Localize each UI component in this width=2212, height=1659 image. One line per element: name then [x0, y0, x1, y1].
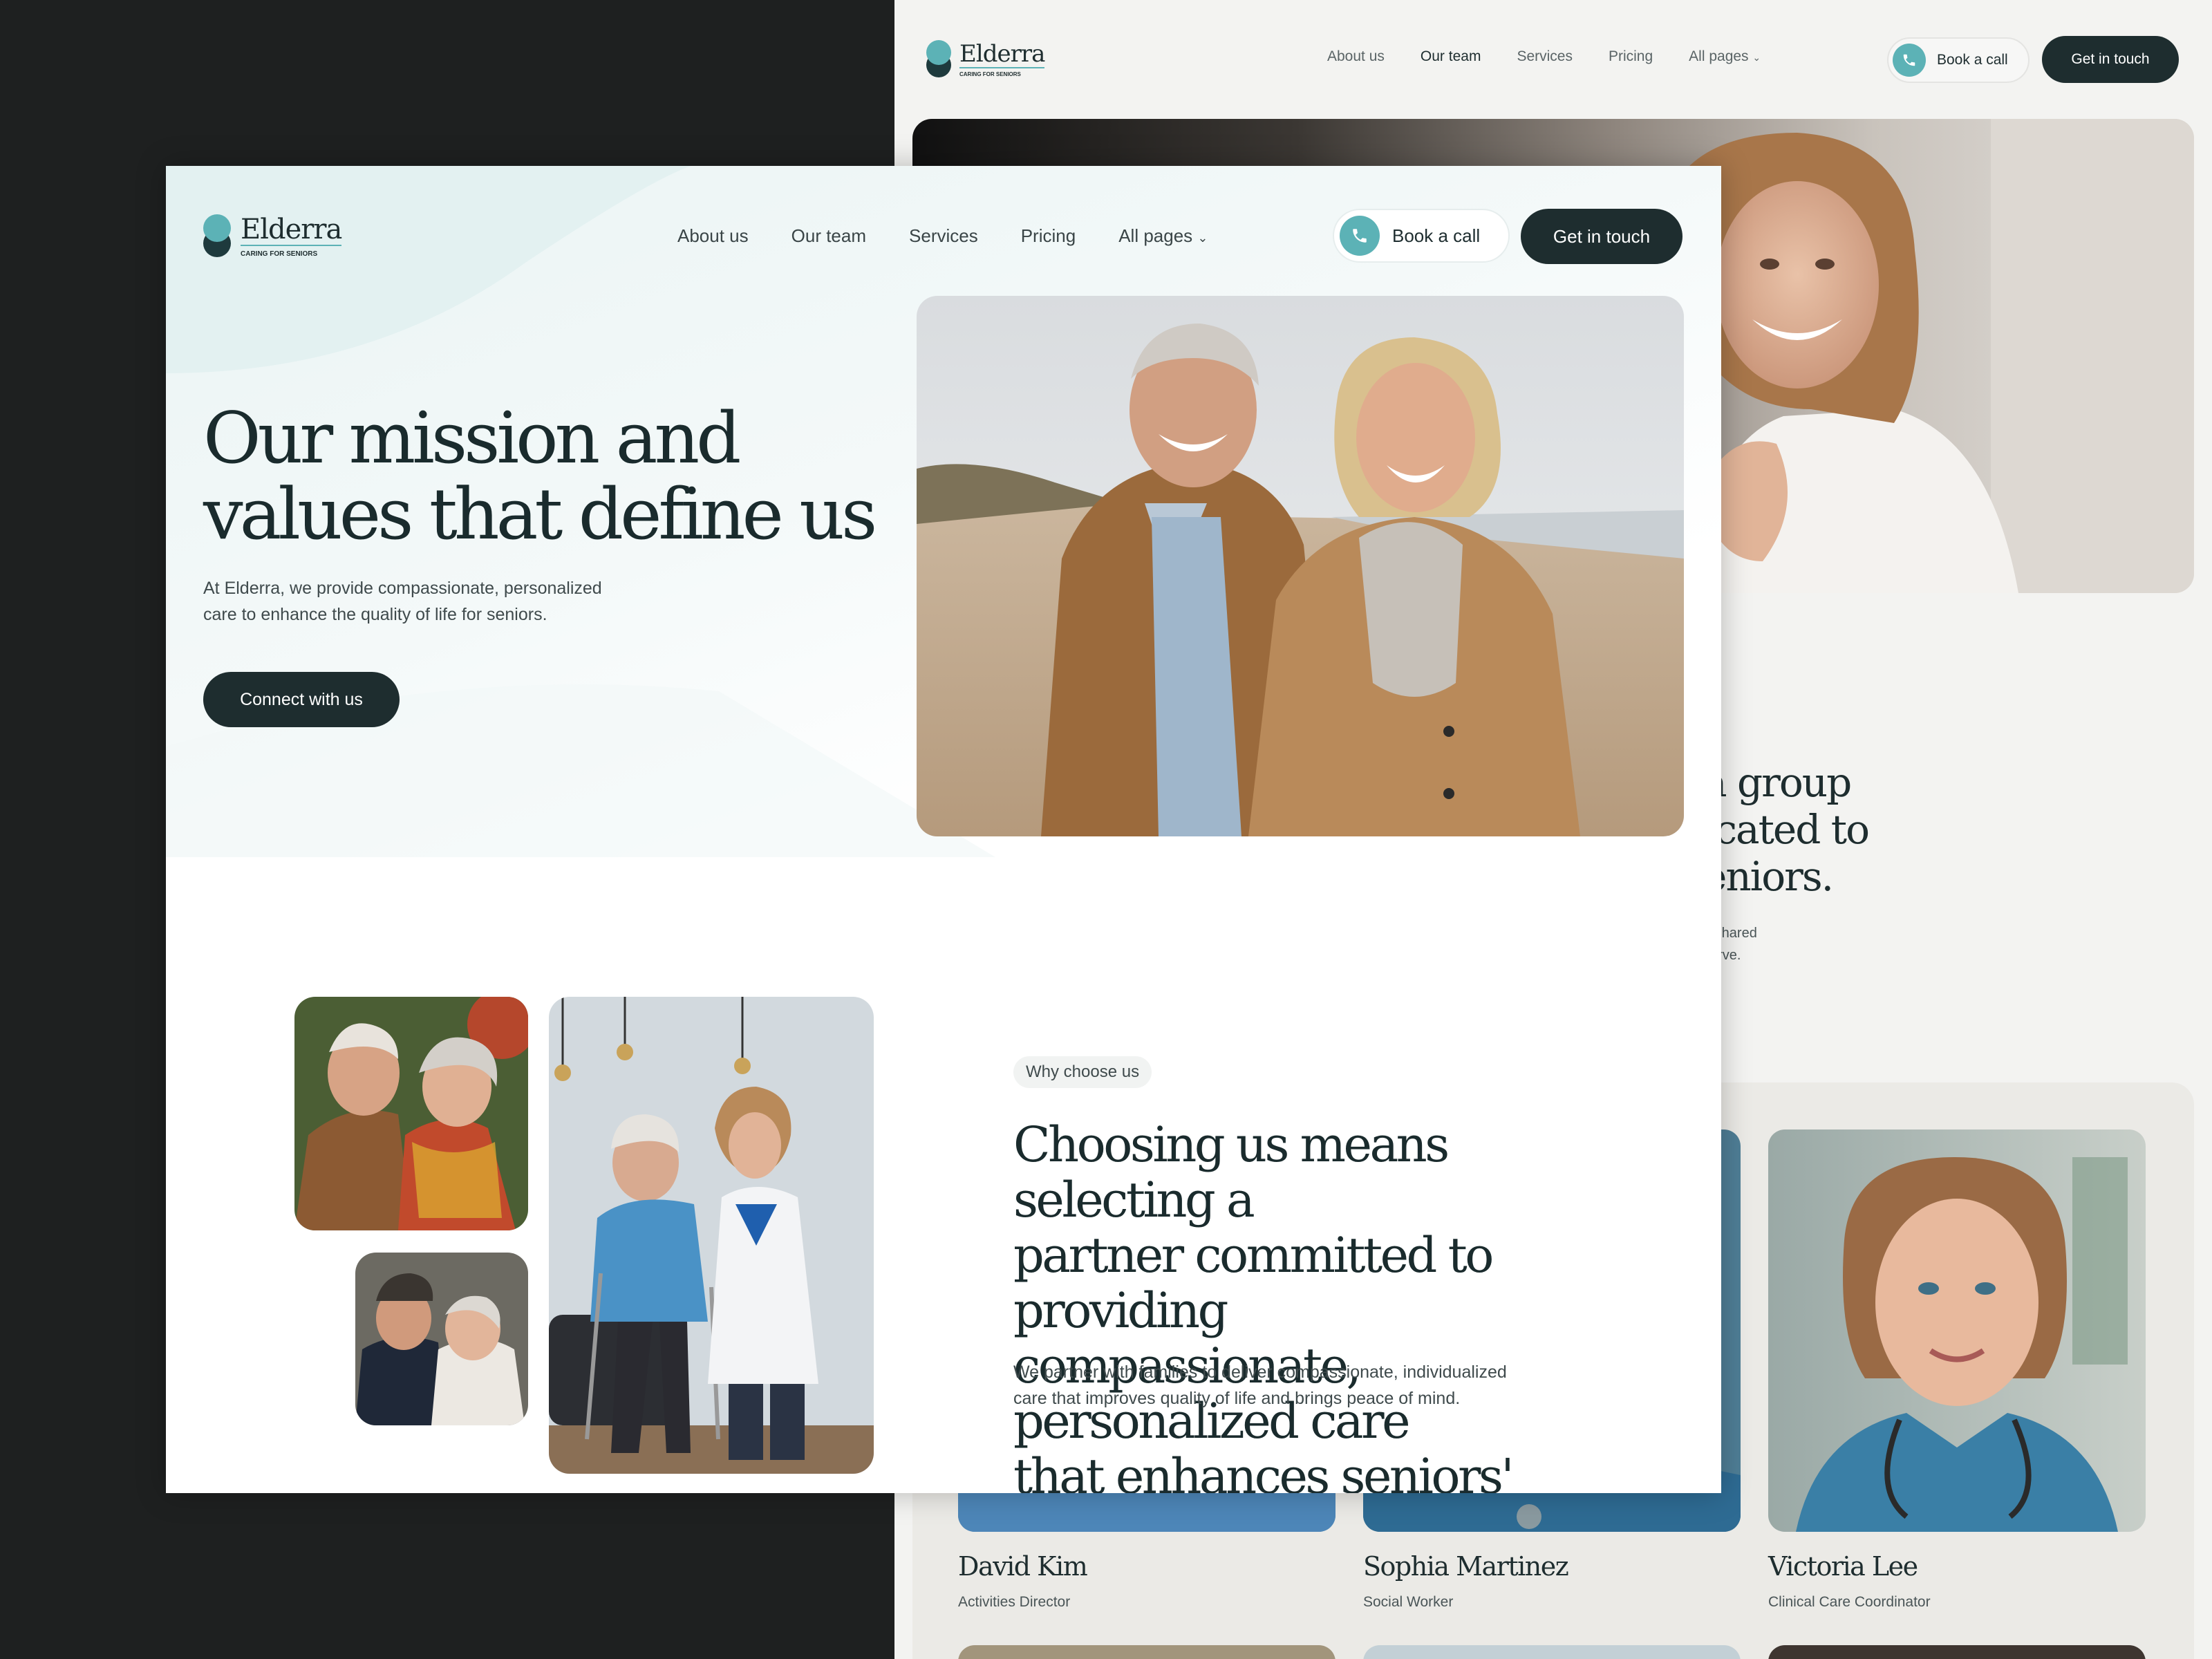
bg-heading-line-2: icated to	[1703, 806, 1870, 853]
team-member-name: David Kim	[958, 1551, 1088, 1582]
chevron-down-icon: ⌄	[1197, 231, 1208, 245]
bg-section-heading-fragment: a group icated to eniors.	[1703, 759, 1870, 900]
team-photo	[1768, 1130, 2146, 1532]
main-nav: About us Our team Services Pricing All p…	[677, 225, 1208, 247]
why-title-line-1: Choosing us means selecting a	[1013, 1116, 1450, 1228]
bg-get-in-touch-button[interactable]: Get in touch	[2042, 36, 2179, 83]
phone-icon	[1893, 44, 1926, 77]
bg-heading-line-1: a group	[1703, 759, 1852, 806]
team-photo-next-row	[1363, 1645, 1741, 1659]
nav-about-us[interactable]: About us	[677, 225, 749, 247]
logo-mark-icon	[203, 213, 234, 259]
why-sub-line-1: We partner with families to deliver comp…	[1013, 1362, 1507, 1382]
image-couple-embrace	[355, 1253, 528, 1425]
team-photo-next-row	[1768, 1645, 2146, 1659]
bg-nav-team[interactable]: Our team	[1421, 48, 1481, 65]
nav-all-pages-label: All pages	[1118, 225, 1193, 246]
team-member-role: Social Worker	[1363, 1594, 1454, 1610]
bg-book-call-button[interactable]: Book a call	[1887, 37, 2030, 83]
team-card-victoria[interactable]: Victoria Lee Clinical Care Coordinator	[1768, 1130, 2146, 1611]
bg-nav-about[interactable]: About us	[1327, 48, 1385, 65]
bg-nav-all-pages[interactable]: All pages ⌄	[1689, 48, 1761, 65]
team-member-name: Sophia Martinez	[1363, 1551, 1569, 1582]
bg-heading-line-3: eniors.	[1703, 853, 1834, 900]
team-photo-next-row	[958, 1645, 1335, 1659]
bg-navbar: Elderra CARING FOR SENIORS About us Our …	[894, 0, 2212, 119]
hero-title: Our mission and values that define us	[203, 401, 894, 553]
bg-book-call-label: Book a call	[1937, 52, 2008, 68]
bg-nav-pricing[interactable]: Pricing	[1609, 48, 1653, 65]
team-member-role: Activities Director	[958, 1594, 1071, 1610]
bg-nav-links: About us Our team Services Pricing All p…	[1327, 48, 1761, 65]
chevron-down-icon: ⌄	[1752, 52, 1761, 63]
image-caregiver-assisting	[549, 997, 874, 1474]
logo-name: Elderra	[241, 213, 342, 245]
connect-with-us-button[interactable]: Connect with us	[203, 672, 400, 727]
why-sub-line-2: care that improves quality of life and b…	[1013, 1389, 1461, 1408]
nav-our-team[interactable]: Our team	[791, 225, 866, 247]
why-choose-us-title: Choosing us means selecting a partner co…	[1013, 1117, 1608, 1493]
book-call-button[interactable]: Book a call	[1333, 209, 1510, 263]
nav-services[interactable]: Services	[909, 225, 978, 247]
hero-subtitle: At Elderra, we provide compassionate, pe…	[203, 575, 646, 628]
bg-logo-name: Elderra	[959, 39, 1045, 68]
get-in-touch-button[interactable]: Get in touch	[1521, 209, 1683, 264]
hero-subtitle-line-2: care to enhance the quality of life for …	[203, 605, 547, 624]
logo-tagline: CARING FOR SENIORS	[241, 244, 342, 258]
image-couple-smiling	[294, 997, 528, 1230]
why-choose-us-subtitle: We partner with families to deliver comp…	[1013, 1359, 1553, 1412]
nav-all-pages[interactable]: All pages ⌄	[1118, 225, 1208, 247]
book-call-label: Book a call	[1392, 225, 1481, 246]
bg-nav-all-pages-label: All pages	[1689, 48, 1749, 64]
hero-subtitle-line-1: At Elderra, we provide compassionate, pe…	[203, 579, 602, 598]
nav-pricing[interactable]: Pricing	[1021, 225, 1076, 247]
bg-nav-services[interactable]: Services	[1517, 48, 1573, 65]
why-title-line-4: that enhances seniors' lives.	[1013, 1448, 1515, 1493]
hero-image-couple-beach	[917, 296, 1684, 836]
front-page: Elderra CARING FOR SENIORS About us Our …	[166, 166, 1721, 1493]
hero-title-line-1: Our mission and	[203, 397, 741, 480]
bg-logo-tagline: CARING FOR SENIORS	[959, 66, 1045, 77]
logo-mark-icon	[926, 39, 953, 79]
team-member-name: Victoria Lee	[1768, 1551, 1918, 1582]
team-member-role: Clinical Care Coordinator	[1768, 1594, 1931, 1610]
why-choose-us-badge: Why choose us	[1013, 1056, 1152, 1088]
logo[interactable]: Elderra CARING FOR SENIORS	[203, 213, 342, 259]
hero-title-line-2: values that define us	[203, 474, 877, 556]
phone-icon	[1340, 216, 1380, 256]
why-title-line-2: partner committed to providing	[1013, 1227, 1494, 1339]
bg-logo[interactable]: Elderra CARING FOR SENIORS	[926, 39, 1045, 79]
